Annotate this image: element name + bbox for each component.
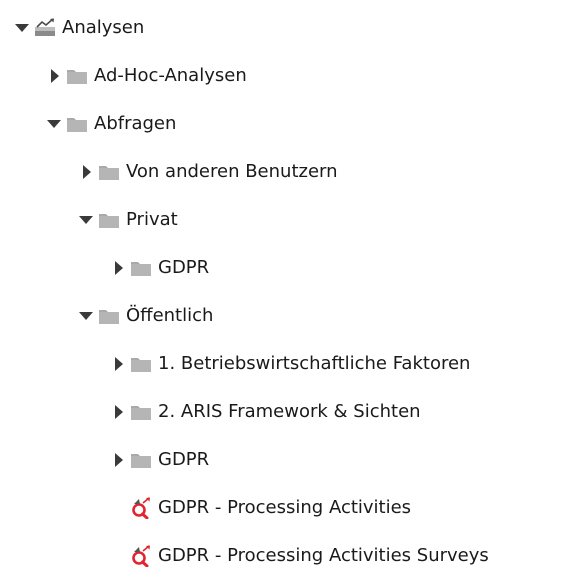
tree-node-adhoc-analysen[interactable]: Ad-Hoc-Analysen [46,56,247,96]
analysis-tree: Analysen Ad-Hoc-Analysen Abfragen Von an… [0,0,563,572]
tree-node-label: 2. ARIS Framework & Sichten [158,401,421,422]
tree-node-betriebswirtschaftliche-faktoren[interactable]: 1. Betriebswirtschaftliche Faktoren [110,344,470,384]
tree-node-privat[interactable]: Privat [78,200,178,240]
folder-icon [98,306,120,326]
tree-node-label: GDPR - Processing Activities Surveys [158,545,489,566]
tree-node-aris-framework[interactable]: 2. ARIS Framework & Sichten [110,392,421,432]
folder-icon [130,450,152,470]
tree-node-oeffentlich[interactable]: Öffentlich [78,296,213,336]
query-icon [130,545,152,567]
tree-node-label: Öffentlich [126,305,214,326]
folder-icon [66,66,88,86]
tree-node-von-anderen-benutzern[interactable]: Von anderen Benutzern [78,152,338,192]
folder-icon [130,402,152,422]
tree-node-label: 1. Betriebswirtschaftliche Faktoren [158,353,471,374]
folder-icon [130,354,152,374]
tree-node-label: Ad-Hoc-Analysen [94,65,247,86]
tree-node-gdpr-processing-activities-surveys[interactable]: GDPR - Processing Activities Surveys [110,536,489,576]
tree-node-privat-gdpr[interactable]: GDPR [110,248,209,288]
collapse-toggle-icon[interactable] [110,452,126,468]
expand-toggle-icon[interactable] [14,20,30,36]
tree-node-analysen[interactable]: Analysen [14,8,144,48]
collapse-toggle-icon[interactable] [110,404,126,420]
tree-node-label: GDPR [158,257,210,278]
expand-toggle-icon[interactable] [46,116,62,132]
folder-icon [130,258,152,278]
tree-node-gdpr-processing-activities[interactable]: GDPR - Processing Activities [110,488,411,528]
collapse-toggle-icon[interactable] [46,68,62,84]
tree-node-label: GDPR [158,449,210,470]
tree-node-label: Privat [126,209,178,230]
expand-toggle-icon[interactable] [78,308,94,324]
tree-node-abfragen[interactable]: Abfragen [46,104,176,144]
query-icon [130,497,152,519]
collapse-toggle-icon[interactable] [78,164,94,180]
collapse-toggle-icon[interactable] [110,260,126,276]
collapse-toggle-icon[interactable] [110,356,126,372]
tree-node-label: Analysen [62,17,145,38]
folder-icon [98,210,120,230]
expand-toggle-icon[interactable] [78,212,94,228]
tree-node-label: Abfragen [94,113,177,134]
tree-node-label: GDPR - Processing Activities [158,497,412,518]
tree-node-label: Von anderen Benutzern [126,161,338,182]
folder-icon [66,114,88,134]
tree-node-oeffentlich-gdpr[interactable]: GDPR [110,440,209,480]
folder-icon [98,162,120,182]
analysis-root-icon [34,18,56,38]
